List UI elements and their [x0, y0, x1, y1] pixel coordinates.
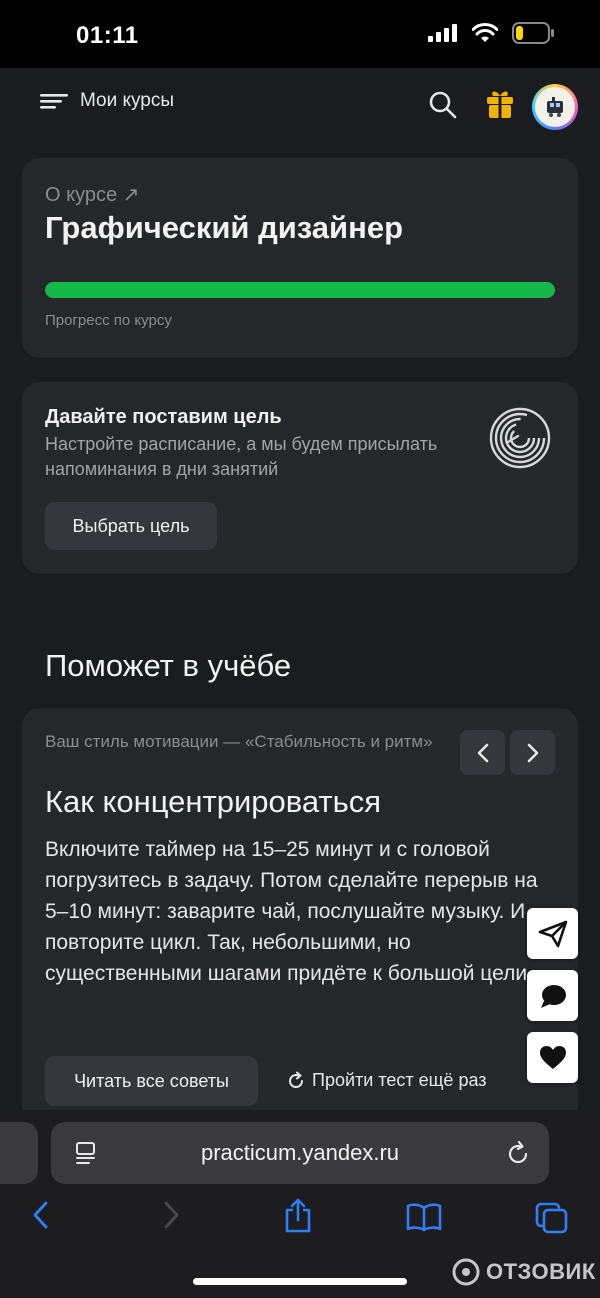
- tip-title: Как концентрироваться: [45, 784, 382, 819]
- choose-goal-button[interactable]: Выбрать цель: [45, 502, 217, 550]
- gift-button[interactable]: [486, 88, 514, 125]
- retake-test-label: Пройти тест ещё раз: [312, 1070, 487, 1090]
- hamburger-icon: [40, 94, 68, 109]
- watermark-text: ОТЗОВИК: [486, 1259, 596, 1284]
- course-progress-fill: [45, 282, 555, 298]
- status-time: 01:11: [76, 22, 139, 49]
- watermark: ОТЗОВИК: [452, 1258, 596, 1286]
- retake-test-button[interactable]: Пройти тест ещё раз: [286, 1070, 487, 1091]
- motivation-style-text: Ваш стиль мотивации — «Стабильность и ри…: [45, 732, 433, 751]
- tip-card: Ваш стиль мотивации — «Стабильность и ри…: [22, 708, 578, 1118]
- heart-icon: [539, 1045, 566, 1069]
- share-icon[interactable]: [283, 1198, 313, 1234]
- refresh-icon: [289, 1071, 304, 1088]
- chat-icon: [540, 984, 566, 1008]
- goal-card: Давайте поставим цель Настройте расписан…: [22, 382, 578, 574]
- watermark-logo-icon: [452, 1258, 480, 1286]
- tip-body: Включите таймер на 15–25 минут и с голов…: [45, 838, 538, 985]
- battery-icon: [512, 22, 554, 44]
- address-bar[interactable]: practicum.yandex.ru: [51, 1122, 549, 1184]
- previous-tab-preview[interactable]: [0, 1122, 38, 1184]
- help-section-title: Поможет в учёбе: [45, 648, 292, 683]
- favorite-button[interactable]: [527, 1032, 578, 1083]
- about-course-link[interactable]: О курсе ↗: [45, 182, 139, 207]
- home-indicator: [193, 1278, 407, 1285]
- goal-title: Давайте поставим цель: [45, 406, 282, 428]
- progress-label: Прогресс по курсу: [45, 312, 172, 329]
- menu-button[interactable]: Мои курсы: [40, 90, 174, 112]
- read-all-tips-button[interactable]: Читать все советы: [45, 1056, 258, 1106]
- app-content: Мои курсы О курсе ↗ Графический дизайнер…: [0, 68, 600, 1118]
- share-telegram-button[interactable]: [527, 908, 578, 959]
- avatar[interactable]: [532, 84, 578, 130]
- course-title: Графический дизайнер: [45, 210, 403, 245]
- course-card: О курсе ↗ Графический дизайнер Прогресс …: [22, 158, 578, 358]
- bookmarks-icon[interactable]: [406, 1202, 442, 1232]
- search-icon: [429, 91, 457, 119]
- send-icon: [538, 920, 567, 947]
- course-progress-bar: [45, 282, 555, 298]
- goal-description: Настройте расписание, а мы будем присыла…: [45, 434, 438, 479]
- train-avatar-icon: [547, 97, 563, 117]
- reload-icon[interactable]: [506, 1140, 530, 1166]
- tabs-icon[interactable]: [535, 1202, 569, 1234]
- tip-next-button[interactable]: [510, 730, 555, 775]
- tip-prev-button[interactable]: [460, 730, 505, 775]
- chevron-left-icon: [477, 743, 488, 762]
- status-bar: 01:11: [0, 0, 600, 68]
- forward-icon[interactable]: [162, 1200, 180, 1230]
- url-text: practicum.yandex.ru: [200, 1140, 400, 1165]
- status-icons: [428, 22, 554, 44]
- top-bar: Мои курсы: [0, 68, 600, 144]
- menu-label: Мои курсы: [80, 90, 175, 111]
- share-chat-button[interactable]: [527, 970, 578, 1021]
- target-spiral-icon: [489, 407, 551, 469]
- back-icon[interactable]: [32, 1200, 50, 1230]
- cellular-signal-icon: [428, 24, 457, 42]
- chevron-right-icon: [527, 743, 538, 762]
- wifi-icon: [472, 23, 498, 42]
- search-button[interactable]: [428, 90, 458, 125]
- gift-icon: [487, 91, 513, 118]
